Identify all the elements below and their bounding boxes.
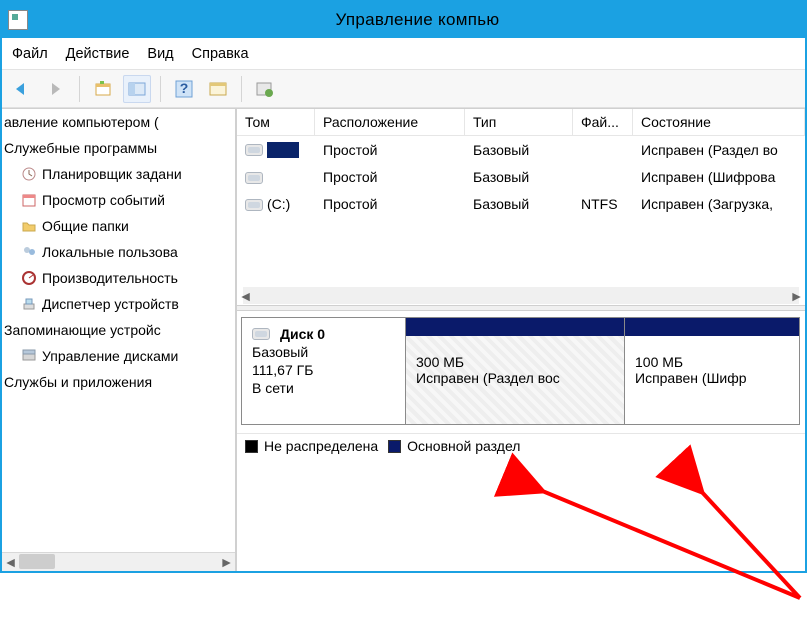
toolbar-separator: [79, 76, 80, 102]
nav-disk-management[interactable]: Управление дисками: [2, 343, 235, 369]
disk-type: Базовый: [252, 344, 395, 360]
selection-highlight: [267, 142, 299, 158]
nav-performance[interactable]: Производительность: [2, 265, 235, 291]
col-status[interactable]: Состояние: [633, 109, 805, 135]
nav-event-viewer[interactable]: Просмотр событий: [2, 187, 235, 213]
title-bar[interactable]: Управление компью: [2, 2, 805, 38]
volume-list[interactable]: Простой Базовый Исправен (Раздел во Прос…: [237, 136, 805, 287]
col-filesystem[interactable]: Фай...: [573, 109, 633, 135]
col-volume[interactable]: Том: [237, 109, 315, 135]
disk-name: Диск 0: [280, 326, 325, 342]
content-pane: Том Расположение Тип Фай... Состояние Пр…: [237, 109, 805, 571]
partition-size: 300 МБ: [416, 354, 614, 370]
nav-task-scheduler[interactable]: Планировщик задани: [2, 161, 235, 187]
properties-button[interactable]: [204, 75, 232, 103]
help-button[interactable]: ?: [170, 75, 198, 103]
volume-icon: [245, 199, 263, 211]
svg-text:?: ?: [180, 80, 189, 96]
volume-horizontal-scrollbar[interactable]: ◄ ►: [237, 287, 805, 305]
menu-file[interactable]: Файл: [12, 46, 48, 62]
show-hide-tree-button[interactable]: [123, 75, 151, 103]
folder-icon: [20, 217, 38, 235]
menu-action[interactable]: Действие: [66, 46, 130, 62]
menu-bar: Файл Действие Вид Справка: [2, 38, 805, 70]
legend-unallocated: Не распределена: [245, 438, 378, 454]
mmc-window: Управление компью Файл Действие Вид Спра…: [0, 0, 807, 573]
refresh-button[interactable]: [251, 75, 279, 103]
disk-graphical-view: Диск 0 Базовый 111,67 ГБ В сети 300 МБ И…: [237, 311, 805, 433]
nav-shared-folders[interactable]: Общие папки: [2, 213, 235, 239]
toolbar-separator: [160, 76, 161, 102]
workspace: авление компьютером ( Служебные программ…: [2, 108, 805, 571]
clock-icon: [20, 165, 38, 183]
col-layout[interactable]: Расположение: [315, 109, 465, 135]
volume-row[interactable]: (C:) Простой Базовый NTFS Исправен (Загр…: [237, 190, 805, 217]
partition-status: Исправен (Раздел вос: [416, 370, 614, 386]
back-button[interactable]: [8, 75, 36, 103]
disk-state: В сети: [252, 380, 395, 396]
app-icon: [8, 10, 28, 30]
partition-block[interactable]: 100 МБ Исправен (Шифр: [625, 317, 800, 425]
legend-primary: Основной раздел: [388, 438, 520, 454]
menu-view[interactable]: Вид: [147, 46, 173, 62]
scroll-thumb[interactable]: [19, 554, 55, 569]
users-icon: [20, 243, 38, 261]
nav-system-tools[interactable]: Служебные программы: [2, 135, 235, 161]
volume-icon: [245, 172, 263, 184]
up-button[interactable]: [89, 75, 117, 103]
volume-row[interactable]: Простой Базовый Исправен (Шифрова: [237, 163, 805, 190]
scroll-left-icon[interactable]: ◄: [2, 554, 19, 571]
nav-root[interactable]: авление компьютером (: [2, 109, 235, 135]
nav-horizontal-scrollbar[interactable]: ◄ ►: [2, 552, 235, 571]
nav-body: авление компьютером ( Служебные программ…: [2, 109, 235, 552]
volume-header: Том Расположение Тип Фай... Состояние: [237, 109, 805, 136]
scroll-right-icon[interactable]: ►: [788, 287, 805, 304]
nav-device-manager[interactable]: Диспетчер устройств: [2, 291, 235, 317]
nav-tree[interactable]: авление компьютером ( Служебные программ…: [2, 109, 237, 571]
disk-info[interactable]: Диск 0 Базовый 111,67 ГБ В сети: [241, 317, 405, 425]
scroll-right-icon[interactable]: ►: [218, 554, 235, 571]
disk-icon: [252, 328, 270, 340]
legend-swatch: [245, 440, 258, 453]
toolbar: ?: [2, 70, 805, 108]
partition-block[interactable]: 300 МБ Исправен (Раздел вос: [405, 317, 625, 425]
volume-icon: [245, 144, 263, 156]
disk-size: 111,67 ГБ: [252, 362, 395, 378]
event-icon: [20, 191, 38, 209]
col-type[interactable]: Тип: [465, 109, 573, 135]
legend: Не распределена Основной раздел: [237, 433, 805, 462]
partition-status: Исправен (Шифр: [635, 370, 789, 386]
partition-size: 100 МБ: [635, 354, 789, 370]
disk-icon: [20, 347, 38, 365]
device-icon: [20, 295, 38, 313]
partition-header-bar: [625, 318, 799, 336]
toolbar-separator: [241, 76, 242, 102]
legend-swatch: [388, 440, 401, 453]
nav-services-apps[interactable]: Службы и приложения: [2, 369, 235, 395]
window-title: Управление компью: [36, 10, 799, 30]
scroll-left-icon[interactable]: ◄: [237, 287, 254, 304]
nav-local-users[interactable]: Локальные пользова: [2, 239, 235, 265]
volume-row[interactable]: Простой Базовый Исправен (Раздел во: [237, 136, 805, 163]
perf-icon: [20, 269, 38, 287]
forward-button[interactable]: [42, 75, 70, 103]
partition-header-bar: [406, 318, 624, 336]
nav-storage[interactable]: Запоминающие устройс: [2, 317, 235, 343]
menu-help[interactable]: Справка: [192, 46, 249, 62]
